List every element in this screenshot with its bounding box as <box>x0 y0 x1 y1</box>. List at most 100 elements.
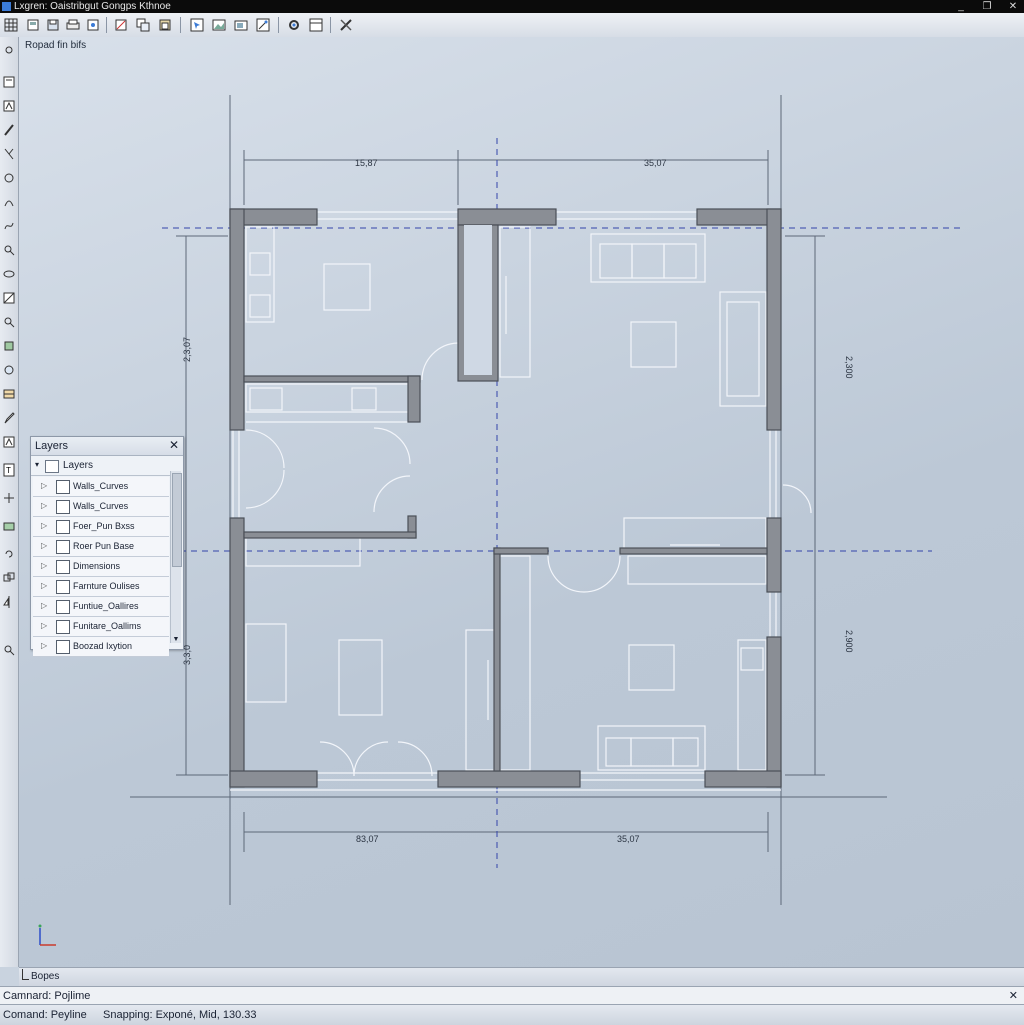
layer-row[interactable]: ▷ Boozad Ixytion <box>33 637 169 657</box>
furniture-outlines <box>230 211 812 791</box>
minimize-button[interactable]: _ <box>956 0 966 13</box>
command-line[interactable]: Camnard: Pojlime ✕ <box>0 986 1024 1005</box>
layer-row[interactable]: ▷ Walls_Curves <box>33 477 169 497</box>
layer-row[interactable]: ▷ Dimensions <box>33 557 169 577</box>
layer-row[interactable]: ▷ Farnture Oulises <box>33 577 169 597</box>
close-icon[interactable]: ✕ <box>169 438 179 452</box>
layer-row[interactable]: ▷ Funitare_Oallims <box>33 617 169 637</box>
dim-right-lower: 2,900 <box>844 630 854 653</box>
layers-panel[interactable]: Layers ✕ ▾ Layers ▷ Walls_Curves ▷ Walls_C… <box>30 436 184 657</box>
preview-icon[interactable] <box>84 16 102 34</box>
scroll-down-icon[interactable]: ▼ <box>171 636 181 643</box>
expand-icon[interactable]: ▷ <box>41 641 47 650</box>
image-icon[interactable] <box>210 16 228 34</box>
tools-icon[interactable] <box>337 16 355 34</box>
paste-icon[interactable] <box>156 16 174 34</box>
svg-text:T: T <box>6 466 11 475</box>
caret-down-icon[interactable]: ▾ <box>35 460 39 469</box>
layers-tree-root[interactable]: ▾ Layers <box>31 457 181 476</box>
grip-icon <box>1 41 17 59</box>
dim-top-left: 15,87 <box>355 158 378 168</box>
layer-name: Boozad Ixytion <box>73 641 133 651</box>
expand-icon[interactable]: ▷ <box>41 521 47 530</box>
arc-tool-icon[interactable] <box>1 193 17 211</box>
layout-tab-bar: Bopes <box>19 967 1024 986</box>
expand-icon[interactable]: ▷ <box>41 601 47 610</box>
table-tool-icon[interactable] <box>1 385 17 403</box>
axis-lines <box>162 138 962 868</box>
maximize-button[interactable]: ❐ <box>982 0 992 13</box>
expand-icon[interactable]: ▷ <box>41 501 47 510</box>
ellipse-tool-icon[interactable] <box>1 265 17 283</box>
spline-tool-icon[interactable] <box>1 217 17 235</box>
layer-visibility-checkbox[interactable] <box>56 480 70 494</box>
save-icon[interactable] <box>44 16 62 34</box>
expand-icon[interactable]: ▷ <box>41 481 47 490</box>
copy-tool-icon[interactable] <box>1 517 17 535</box>
search-icon[interactable] <box>1 313 17 331</box>
layer-name: Foer_Pun Bxss <box>73 521 135 531</box>
expand-icon[interactable]: ▷ <box>41 621 47 630</box>
text-tool-icon[interactable]: T <box>1 461 17 479</box>
mirror-tool-icon[interactable] <box>1 593 17 611</box>
grid-icon[interactable] <box>2 16 20 34</box>
copy-icon[interactable] <box>134 16 152 34</box>
layer-row[interactable]: ▷ Funtiue_Oallires <box>33 597 169 617</box>
layer-row[interactable]: ▷ Walls_Curves <box>33 497 169 517</box>
zoom-icon[interactable] <box>1 241 17 259</box>
layer-visibility-checkbox[interactable] <box>56 500 70 514</box>
window-select-icon[interactable] <box>188 16 206 34</box>
layer-visibility-checkbox[interactable] <box>56 640 70 654</box>
scale-tool-icon[interactable] <box>1 569 17 587</box>
expand-icon[interactable]: ▷ <box>41 561 47 570</box>
layer-visibility-checkbox[interactable] <box>56 540 70 554</box>
move-tool-icon[interactable] <box>1 489 17 507</box>
expand-icon[interactable]: ▷ <box>41 541 47 550</box>
layers-scrollbar[interactable]: ▼ <box>170 471 182 643</box>
polyline-tool-icon[interactable] <box>1 97 17 115</box>
edit-tool-icon[interactable] <box>1 409 17 427</box>
layout-tab[interactable]: Bopes <box>31 971 59 982</box>
layer-visibility-checkbox[interactable] <box>56 620 70 634</box>
app-icon <box>2 2 11 11</box>
open-icon[interactable] <box>24 16 42 34</box>
status-snapping[interactable]: Snapping: Exponé, Mid, 130.33 <box>103 1009 257 1021</box>
measure-icon[interactable] <box>254 16 272 34</box>
layer-visibility-checkbox[interactable] <box>56 520 70 534</box>
layer-visibility-checkbox[interactable] <box>56 580 70 594</box>
hatch-tool-icon[interactable] <box>1 289 17 307</box>
dim-bottom-right: 35,07 <box>617 834 640 844</box>
layer-visibility-checkbox[interactable] <box>56 560 70 574</box>
dim-top-right: 35,07 <box>644 158 667 168</box>
region-tool-icon[interactable] <box>1 433 17 451</box>
layer-name: Funtiue_Oallires <box>73 601 139 611</box>
window-title: Lxgren: Oaistribgut Gongps Kthnoe <box>14 1 171 12</box>
pan-tool-icon[interactable] <box>1 641 17 659</box>
cut-icon[interactable] <box>112 16 130 34</box>
layer-row[interactable]: ▷ Roer Pun Base <box>33 537 169 557</box>
dim-bottom-left: 83,07 <box>356 834 379 844</box>
dim-right-upper: 2,300 <box>844 356 854 379</box>
layers-root-label: Layers <box>63 460 94 471</box>
pencil-icon[interactable] <box>1 121 17 139</box>
command-line-text: Camnard: Pojlime <box>3 990 91 1002</box>
layer-row[interactable]: ▷ Foer_Pun Bxss <box>33 517 169 537</box>
block-tool-icon[interactable] <box>1 337 17 355</box>
print-icon[interactable] <box>64 16 82 34</box>
insert-tool-icon[interactable] <box>1 361 17 379</box>
scrollbar-thumb[interactable] <box>172 473 182 567</box>
close-button[interactable]: ✕ <box>1008 0 1018 13</box>
layer-visibility-checkbox[interactable] <box>56 600 70 614</box>
layers-list: ▷ Walls_Curves ▷ Walls_Curves ▷ Foer_Pun Bx… <box>33 477 169 657</box>
corner-icon <box>22 969 29 980</box>
settings-icon[interactable] <box>285 16 303 34</box>
layers-panel-titlebar[interactable]: Layers ✕ <box>31 437 183 456</box>
construction-line-icon[interactable] <box>1 145 17 163</box>
line-tool-icon[interactable] <box>1 73 17 91</box>
layout-icon[interactable] <box>307 16 325 34</box>
expand-icon[interactable]: ▷ <box>41 581 47 590</box>
camera-icon[interactable] <box>232 16 250 34</box>
circle-tool-icon[interactable] <box>1 169 17 187</box>
rotate-tool-icon[interactable] <box>1 545 17 563</box>
close-icon[interactable]: ✕ <box>1009 989 1018 1002</box>
